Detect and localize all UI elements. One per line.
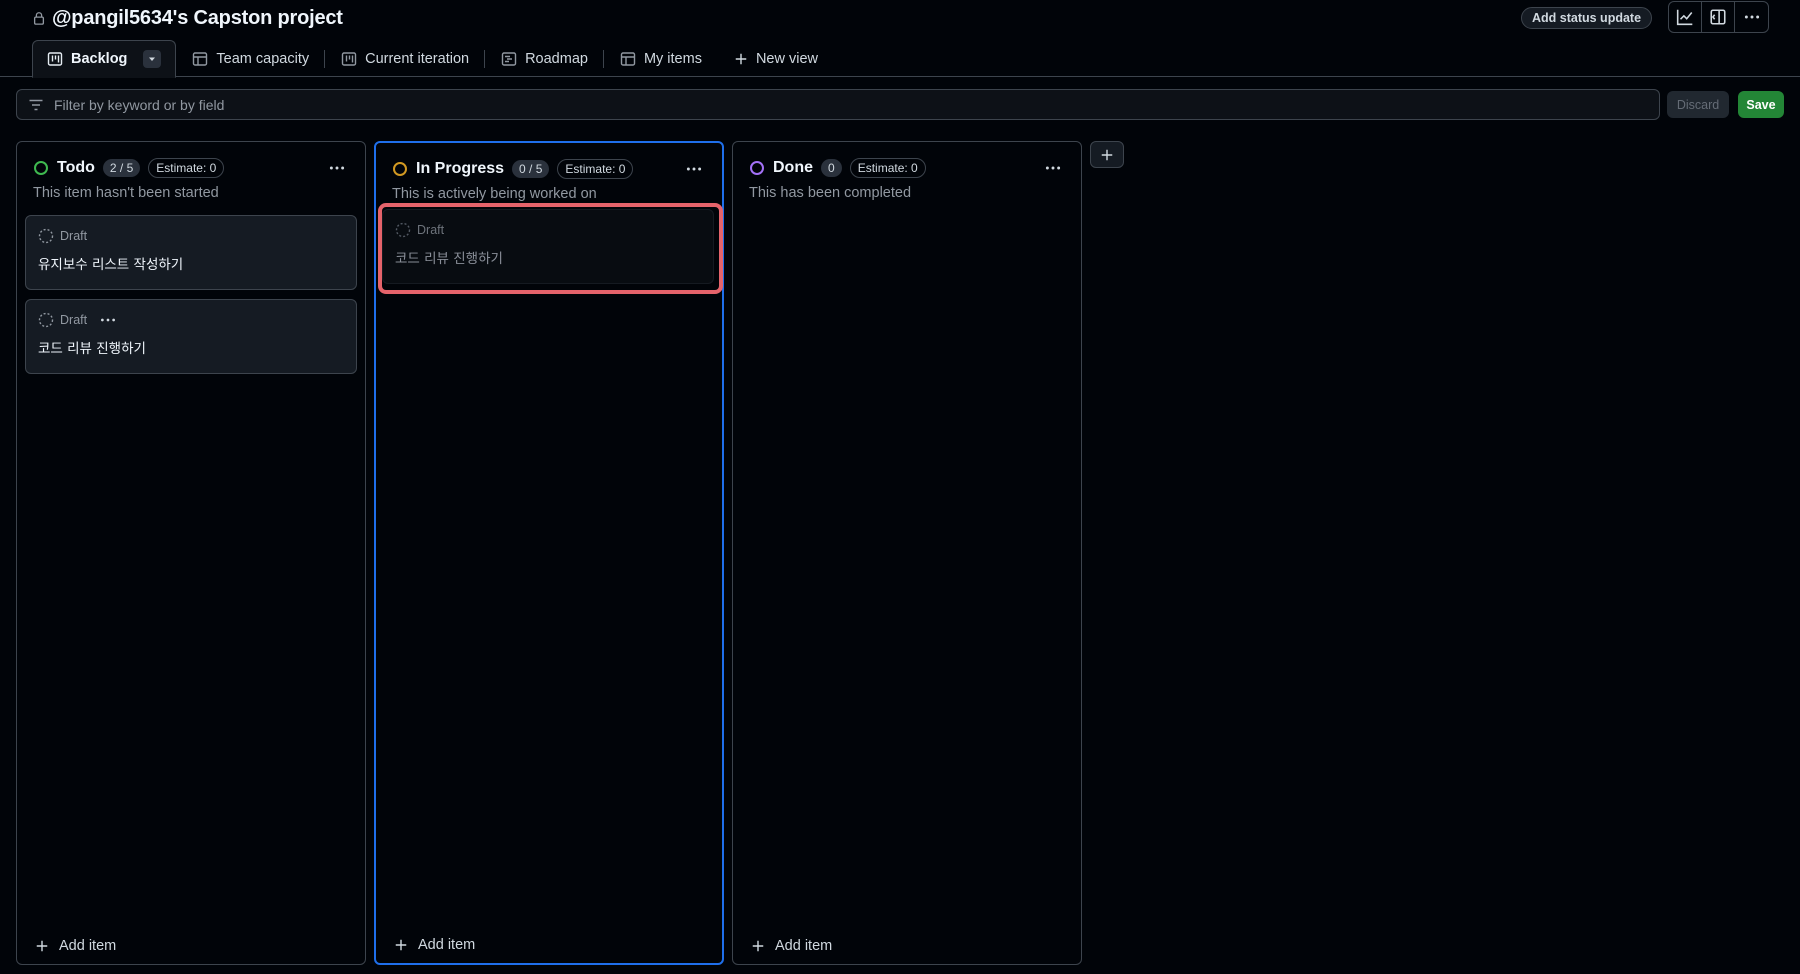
status-circle-icon	[392, 161, 408, 177]
tab-options-dropdown[interactable]	[143, 50, 162, 68]
column-description: This has been completed	[749, 185, 912, 201]
tab-label: New view	[755, 51, 818, 67]
status-circle-icon	[749, 160, 765, 176]
card-menu-icon[interactable]	[99, 314, 117, 326]
add-status-update-button[interactable]: Add status update	[1521, 7, 1653, 29]
draft-label: Draft	[60, 229, 88, 243]
roadmap-icon	[501, 51, 517, 67]
card-item[interactable]: Draft 코드 리뷰 진행하기	[25, 299, 357, 374]
kebab-horizontal-icon	[1044, 159, 1062, 177]
filter-bar	[16, 89, 1660, 120]
view-actions	[1668, 1, 1769, 33]
table-icon	[620, 51, 636, 67]
discard-button[interactable]: Discard	[1667, 91, 1729, 118]
triangle-down-icon	[147, 54, 157, 64]
add-item-label: Add item	[775, 938, 833, 954]
item-count-badge: 0 / 5	[512, 160, 550, 178]
add-column-button[interactable]	[1090, 141, 1124, 168]
view-tabs: Backlog Team capacity Current iteration …	[32, 40, 834, 78]
tab-label: My items	[643, 51, 702, 67]
filter-input[interactable]	[54, 96, 1554, 113]
add-item-label: Add item	[59, 938, 117, 954]
filter-icon	[28, 97, 44, 113]
column-description: This item hasn't been started	[33, 185, 219, 201]
estimate-badge: Estimate: 0	[557, 159, 634, 179]
plus-icon	[751, 939, 765, 953]
new-view-button[interactable]: New view	[718, 40, 834, 78]
tab-label: Roadmap	[525, 51, 588, 67]
column-done: Done 0 Estimate: 0 This has been complet…	[732, 141, 1082, 965]
plus-icon	[734, 52, 748, 66]
plus-icon	[35, 939, 49, 953]
column-header: In Progress 0 / 5 Estimate: 0	[392, 157, 708, 181]
tab-backlog[interactable]: Backlog	[32, 40, 177, 78]
column-menu-button[interactable]	[323, 157, 351, 179]
add-item-button[interactable]: Add item	[394, 937, 475, 953]
board-icon	[341, 51, 357, 67]
estimate-badge: Estimate: 0	[849, 158, 926, 178]
card-status: Draft	[38, 228, 87, 244]
column-title: Done	[773, 159, 813, 176]
side-panel-button[interactable]	[1702, 2, 1735, 32]
card-item[interactable]: Draft 유지보수 리스트 작성하기	[25, 215, 357, 290]
kebab-horizontal-icon	[685, 160, 703, 178]
page-title: @pangil5634's Capston project	[52, 6, 343, 29]
estimate-badge: Estimate: 0	[148, 158, 225, 178]
column-todo: Todo 2 / 5 Estimate: 0 This item hasn't …	[16, 141, 366, 965]
highlight-annotation	[378, 203, 723, 294]
column-title: Todo	[57, 159, 95, 176]
tab-current-iteration[interactable]: Current iteration	[325, 40, 486, 78]
plus-icon	[1100, 148, 1114, 162]
tab-label: Current iteration	[365, 51, 470, 67]
page-header: @pangil5634's Capston project	[32, 6, 343, 30]
tab-roadmap[interactable]: Roadmap	[485, 40, 604, 78]
more-options-button[interactable]	[1735, 2, 1768, 32]
draft-issue-icon	[38, 228, 54, 244]
tab-team-capacity[interactable]: Team capacity	[176, 40, 326, 78]
lock-icon	[32, 11, 46, 25]
card-title[interactable]: 유지보수 리스트 작성하기	[38, 253, 183, 273]
column-menu-button[interactable]	[1039, 157, 1067, 179]
tab-label: Team capacity	[216, 51, 310, 67]
column-header: Done 0 Estimate: 0	[749, 156, 1067, 180]
item-count-badge: 2 / 5	[102, 159, 141, 177]
draft-issue-icon	[38, 312, 54, 328]
column-header: Todo 2 / 5 Estimate: 0	[33, 156, 351, 180]
status-circle-icon	[33, 160, 49, 176]
card-title[interactable]: 코드 리뷰 진행하기	[38, 337, 146, 357]
table-icon	[192, 51, 208, 67]
add-item-label: Add item	[418, 937, 476, 953]
add-item-button[interactable]: Add item	[751, 938, 832, 954]
kebab-horizontal-icon	[328, 159, 346, 177]
tab-label: Backlog	[71, 51, 128, 67]
tab-my-items[interactable]: My items	[604, 40, 718, 78]
column-menu-button[interactable]	[680, 158, 708, 180]
draft-label: Draft	[60, 313, 88, 327]
save-button[interactable]: Save	[1738, 91, 1784, 118]
plus-icon	[394, 938, 408, 952]
tabs-divider	[0, 76, 1800, 77]
column-description: This is actively being worked on	[392, 186, 597, 202]
sidebar-icon	[1709, 8, 1727, 26]
add-item-button[interactable]: Add item	[35, 938, 116, 954]
kebab-horizontal-icon	[1743, 8, 1761, 26]
board-icon	[47, 51, 63, 67]
column-title: In Progress	[416, 160, 505, 177]
graph-icon	[1676, 8, 1694, 26]
item-count-badge: 0	[821, 159, 842, 177]
insights-button[interactable]	[1669, 2, 1702, 32]
card-status: Draft	[38, 312, 117, 328]
